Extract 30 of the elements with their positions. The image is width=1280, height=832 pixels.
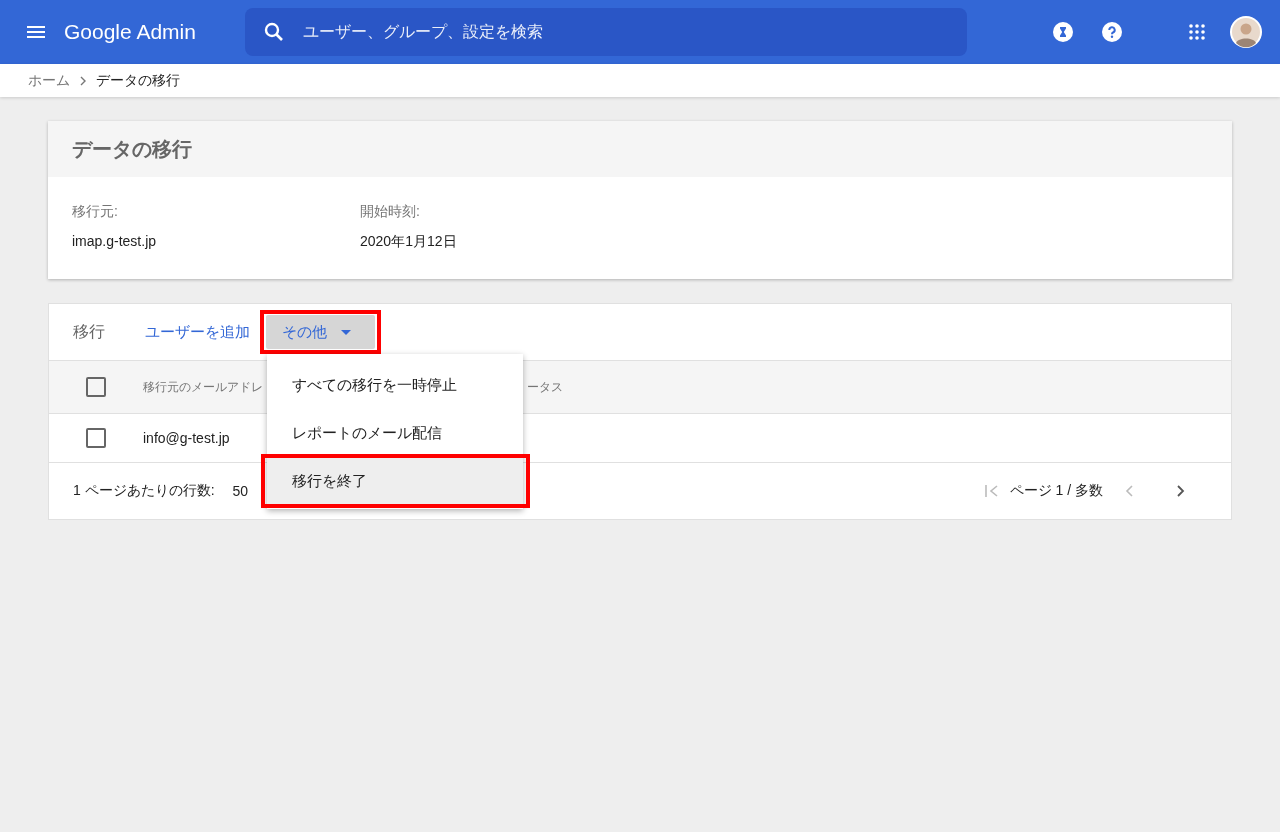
add-user-link[interactable]: ユーザーを追加 — [145, 318, 250, 346]
breadcrumb-item[interactable]: ホーム — [28, 71, 70, 90]
rows-per-page-select[interactable]: 50 — [232, 483, 249, 499]
menu-item[interactable]: 移行を終了 — [267, 457, 523, 505]
help-icon[interactable] — [1102, 22, 1122, 42]
menu-item[interactable]: レポートのメール配信 — [267, 409, 523, 457]
caret-icon — [341, 329, 351, 335]
more-dropdown-button[interactable]: その他 — [266, 315, 375, 349]
card-title: データの移行 — [72, 136, 192, 162]
field-label: 移行元: — [72, 203, 119, 221]
menu-icon[interactable] — [27, 26, 45, 38]
hourglass-icon[interactable] — [1053, 22, 1073, 42]
search-field[interactable]: ユーザー、グループ、設定を検索 — [245, 8, 967, 56]
breadcrumb-item: データの移行 — [96, 71, 180, 90]
column-header[interactable]: ータス — [527, 378, 563, 396]
chevron-right-icon — [80, 75, 86, 86]
menu-item[interactable]: すべての移行を一時停止 — [267, 361, 523, 409]
rows-per-page-label: 1 ページあたりの行数: — [73, 482, 215, 500]
apps-icon[interactable] — [1189, 24, 1205, 40]
section-title: 移行 — [73, 321, 106, 342]
next-page-icon[interactable] — [1177, 485, 1185, 497]
field-label: 開始時刻: — [360, 203, 421, 221]
page-indicator: ページ 1 / 多数 — [1009, 482, 1103, 500]
checkbox[interactable] — [86, 428, 106, 448]
app-logo[interactable]: Google Admin — [64, 20, 226, 44]
table-cell: info@g-test.jp — [143, 430, 230, 446]
checkbox[interactable] — [86, 377, 106, 397]
field-value: 2020年1月12日 — [360, 233, 458, 251]
field-value: imap.g-test.jp — [72, 233, 158, 249]
avatar[interactable] — [1230, 16, 1262, 48]
